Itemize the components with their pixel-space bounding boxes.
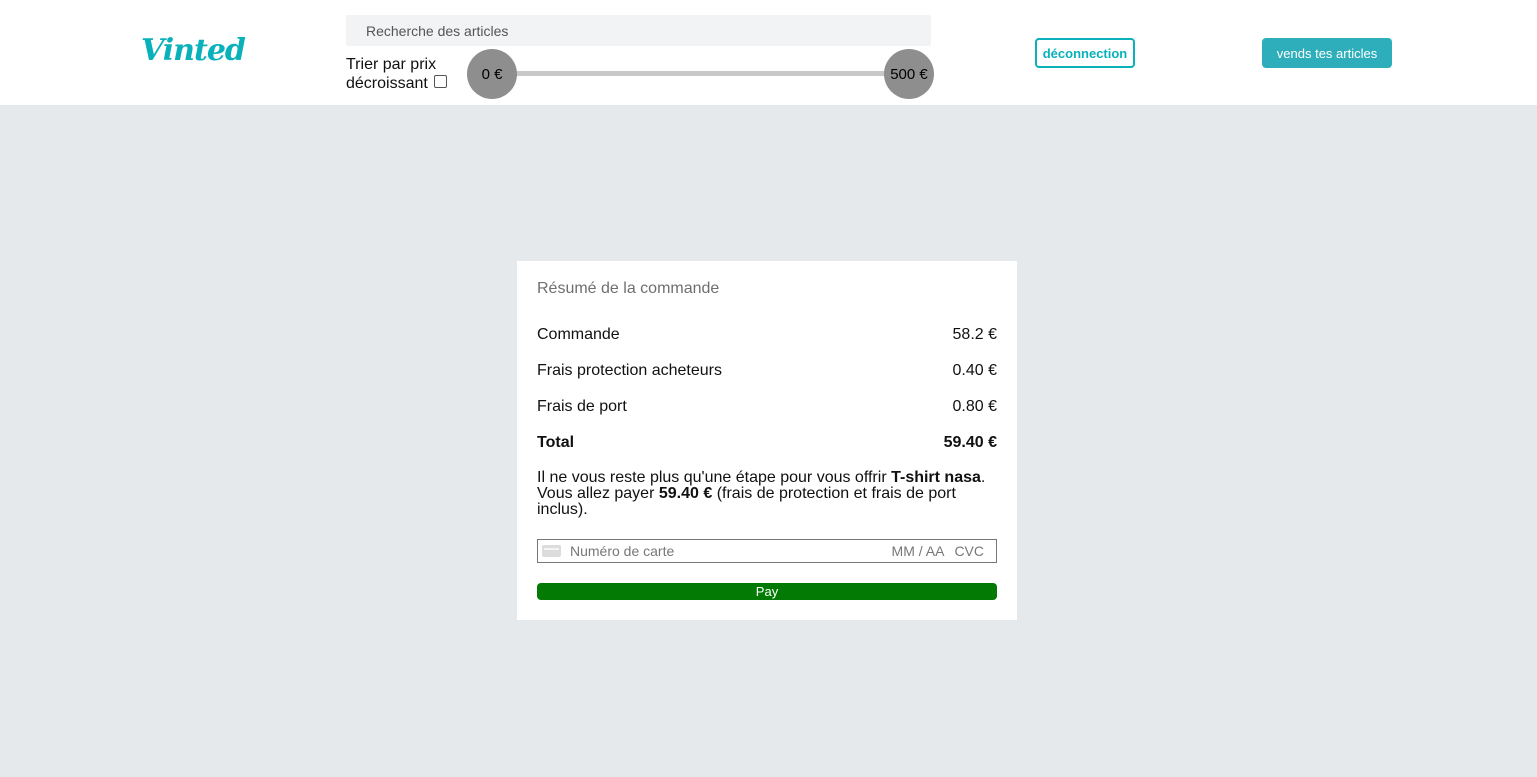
buyer-protection-label: Frais protection acheteurs — [537, 362, 722, 379]
card-number-field[interactable]: Numéro de carte — [570, 543, 892, 559]
card-cvc-field[interactable]: CVC — [954, 543, 984, 559]
message-product: T-shirt nasa — [891, 469, 981, 486]
total-value: 59.40 € — [943, 434, 997, 451]
credit-card-icon — [542, 545, 561, 557]
search-input[interactable] — [346, 15, 931, 46]
checkout-message: Il ne vous reste plus qu'une étape pour … — [537, 470, 997, 518]
total-label: Total — [537, 434, 575, 451]
vinted-logo[interactable]: Vinted — [141, 33, 246, 68]
message-amount: 59.40 € — [658, 485, 713, 502]
order-summary-card: Résumé de la commande Commande 58.2 € Fr… — [517, 261, 1017, 620]
sort-desc-checkbox[interactable] — [434, 75, 447, 88]
message-part1: Il ne vous reste plus qu'une étape pour … — [537, 469, 892, 486]
order-row: Commande 58.2 € — [537, 326, 997, 344]
price-max-handle[interactable]: 500 € — [884, 49, 934, 99]
total-row: Total 59.40 € — [537, 434, 997, 452]
order-row-value: 58.2 € — [952, 326, 997, 343]
order-summary-title: Résumé de la commande — [537, 280, 720, 297]
order-row-label: Commande — [537, 326, 620, 343]
buyer-protection-row: Frais protection acheteurs 0.40 € — [537, 362, 997, 380]
pay-button[interactable]: Pay — [537, 583, 997, 600]
logout-button[interactable]: déconnection — [1035, 38, 1135, 68]
shipping-label: Frais de port — [537, 398, 627, 415]
shipping-row: Frais de port 0.80 € — [537, 398, 997, 416]
card-input[interactable]: Numéro de carte MM / AA CVC — [537, 539, 997, 563]
sell-items-button[interactable]: vends tes articles — [1262, 38, 1392, 68]
price-range-track[interactable] — [492, 71, 909, 76]
shipping-value: 0.80 € — [952, 398, 997, 415]
header: Vinted Trier par prix décroissant 0 € 50… — [0, 0, 1537, 105]
card-expiry-field[interactable]: MM / AA — [892, 543, 945, 559]
buyer-protection-value: 0.40 € — [952, 362, 997, 379]
price-min-handle[interactable]: 0 € — [467, 49, 517, 99]
